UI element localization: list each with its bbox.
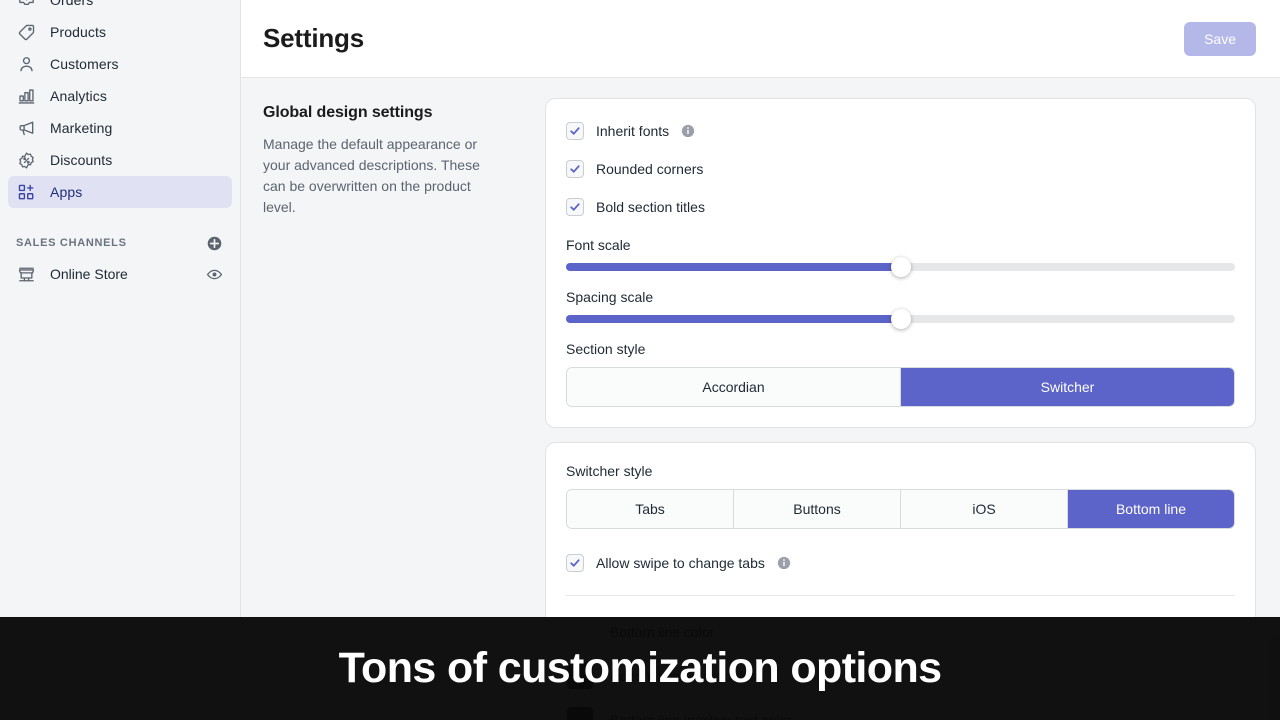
sidebar-item-label: Products bbox=[50, 24, 106, 40]
sidebar-nav: Orders Products Customers bbox=[0, 0, 240, 208]
section-style-field: Section style Accordian Switcher bbox=[566, 341, 1235, 407]
customers-icon bbox=[16, 54, 36, 74]
app-root: Orders Products Customers bbox=[0, 0, 1280, 720]
sidebar-item-label: Marketing bbox=[50, 120, 112, 136]
discounts-icon bbox=[16, 150, 36, 170]
spacing-scale-field: Spacing scale bbox=[566, 289, 1235, 323]
checkbox-checked-icon bbox=[566, 554, 584, 572]
sidebar-item-label: Customers bbox=[50, 56, 119, 72]
promo-banner-text: Tons of customization options bbox=[339, 644, 942, 693]
checkbox-rounded-corners[interactable]: Rounded corners bbox=[566, 157, 1235, 181]
checkbox-checked-icon bbox=[566, 160, 584, 178]
switcher-style-segmented: Tabs Buttons iOS Bottom line bbox=[566, 489, 1235, 529]
segment-ios[interactable]: iOS bbox=[901, 490, 1068, 528]
segment-bottom-line[interactable]: Bottom line bbox=[1068, 490, 1234, 528]
sidebar-item-apps[interactable]: Apps bbox=[8, 176, 232, 208]
segment-accordian[interactable]: Accordian bbox=[567, 368, 901, 406]
checkbox-bold-section-titles[interactable]: Bold section titles bbox=[566, 195, 1235, 219]
sidebar-item-discounts[interactable]: Discounts bbox=[8, 144, 232, 176]
sidebar-item-label: Online Store bbox=[50, 266, 190, 282]
marketing-icon bbox=[16, 118, 36, 138]
checkbox-label: Inherit fonts bbox=[596, 123, 669, 139]
sidebar-item-label: Discounts bbox=[50, 152, 112, 168]
storefront-icon bbox=[16, 264, 36, 284]
checkbox-label: Rounded corners bbox=[596, 161, 703, 177]
switcher-style-label: Switcher style bbox=[566, 463, 1235, 479]
spacing-scale-slider[interactable] bbox=[566, 315, 1235, 323]
slider-fill bbox=[566, 263, 901, 271]
sales-channels-title: SALES CHANNELS bbox=[16, 237, 127, 249]
save-button[interactable]: Save bbox=[1184, 22, 1256, 56]
checkbox-checked-icon bbox=[566, 198, 584, 216]
segment-tabs[interactable]: Tabs bbox=[567, 490, 734, 528]
info-icon[interactable] bbox=[777, 556, 791, 570]
sales-channels-header: SALES CHANNELS bbox=[0, 228, 240, 258]
slider-thumb[interactable] bbox=[891, 257, 911, 277]
checkbox-label: Bold section titles bbox=[596, 199, 705, 215]
slider-thumb[interactable] bbox=[891, 309, 911, 329]
plus-circle-icon[interactable] bbox=[204, 233, 224, 253]
apps-icon bbox=[16, 182, 36, 202]
font-scale-slider[interactable] bbox=[566, 263, 1235, 271]
promo-banner: Tons of customization options bbox=[0, 617, 1280, 720]
eye-icon[interactable] bbox=[204, 264, 224, 284]
spacing-scale-label: Spacing scale bbox=[566, 289, 1235, 305]
orders-icon bbox=[16, 0, 36, 10]
sidebar-item-online-store[interactable]: Online Store bbox=[0, 258, 240, 290]
intro-description: Manage the default appearance or your ad… bbox=[263, 134, 505, 218]
main-area: Settings Save Global design settings Man… bbox=[241, 0, 1280, 720]
divider bbox=[566, 595, 1235, 596]
font-scale-field: Font scale bbox=[566, 237, 1235, 271]
checkbox-inherit-fonts[interactable]: Inherit fonts bbox=[566, 119, 1235, 143]
sidebar-item-label: Analytics bbox=[50, 88, 107, 104]
sidebar-item-label: Apps bbox=[50, 184, 82, 200]
intro-title: Global design settings bbox=[263, 104, 505, 122]
analytics-icon bbox=[16, 86, 36, 106]
sidebar-item-label: Orders bbox=[50, 0, 93, 8]
slider-fill bbox=[566, 315, 901, 323]
segment-switcher[interactable]: Switcher bbox=[901, 368, 1234, 406]
segment-buttons[interactable]: Buttons bbox=[734, 490, 901, 528]
sidebar-item-analytics[interactable]: Analytics bbox=[8, 80, 232, 112]
page-title: Settings bbox=[263, 23, 364, 54]
font-scale-label: Font scale bbox=[566, 237, 1235, 253]
sidebar: Orders Products Customers bbox=[0, 0, 241, 720]
sidebar-item-customers[interactable]: Customers bbox=[8, 48, 232, 80]
info-icon[interactable] bbox=[681, 124, 695, 138]
sidebar-item-orders[interactable]: Orders bbox=[8, 0, 232, 16]
checkbox-checked-icon bbox=[566, 122, 584, 140]
sidebar-item-products[interactable]: Products bbox=[8, 16, 232, 48]
section-style-segmented: Accordian Switcher bbox=[566, 367, 1235, 407]
global-design-card: Inherit fonts Rounded corners bbox=[545, 98, 1256, 428]
products-icon bbox=[16, 22, 36, 42]
checkbox-allow-swipe[interactable]: Allow swipe to change tabs bbox=[566, 551, 1235, 575]
sidebar-item-marketing[interactable]: Marketing bbox=[8, 112, 232, 144]
checkbox-label: Allow swipe to change tabs bbox=[596, 555, 765, 571]
page-header: Settings Save bbox=[241, 0, 1280, 78]
section-style-label: Section style bbox=[566, 341, 1235, 357]
